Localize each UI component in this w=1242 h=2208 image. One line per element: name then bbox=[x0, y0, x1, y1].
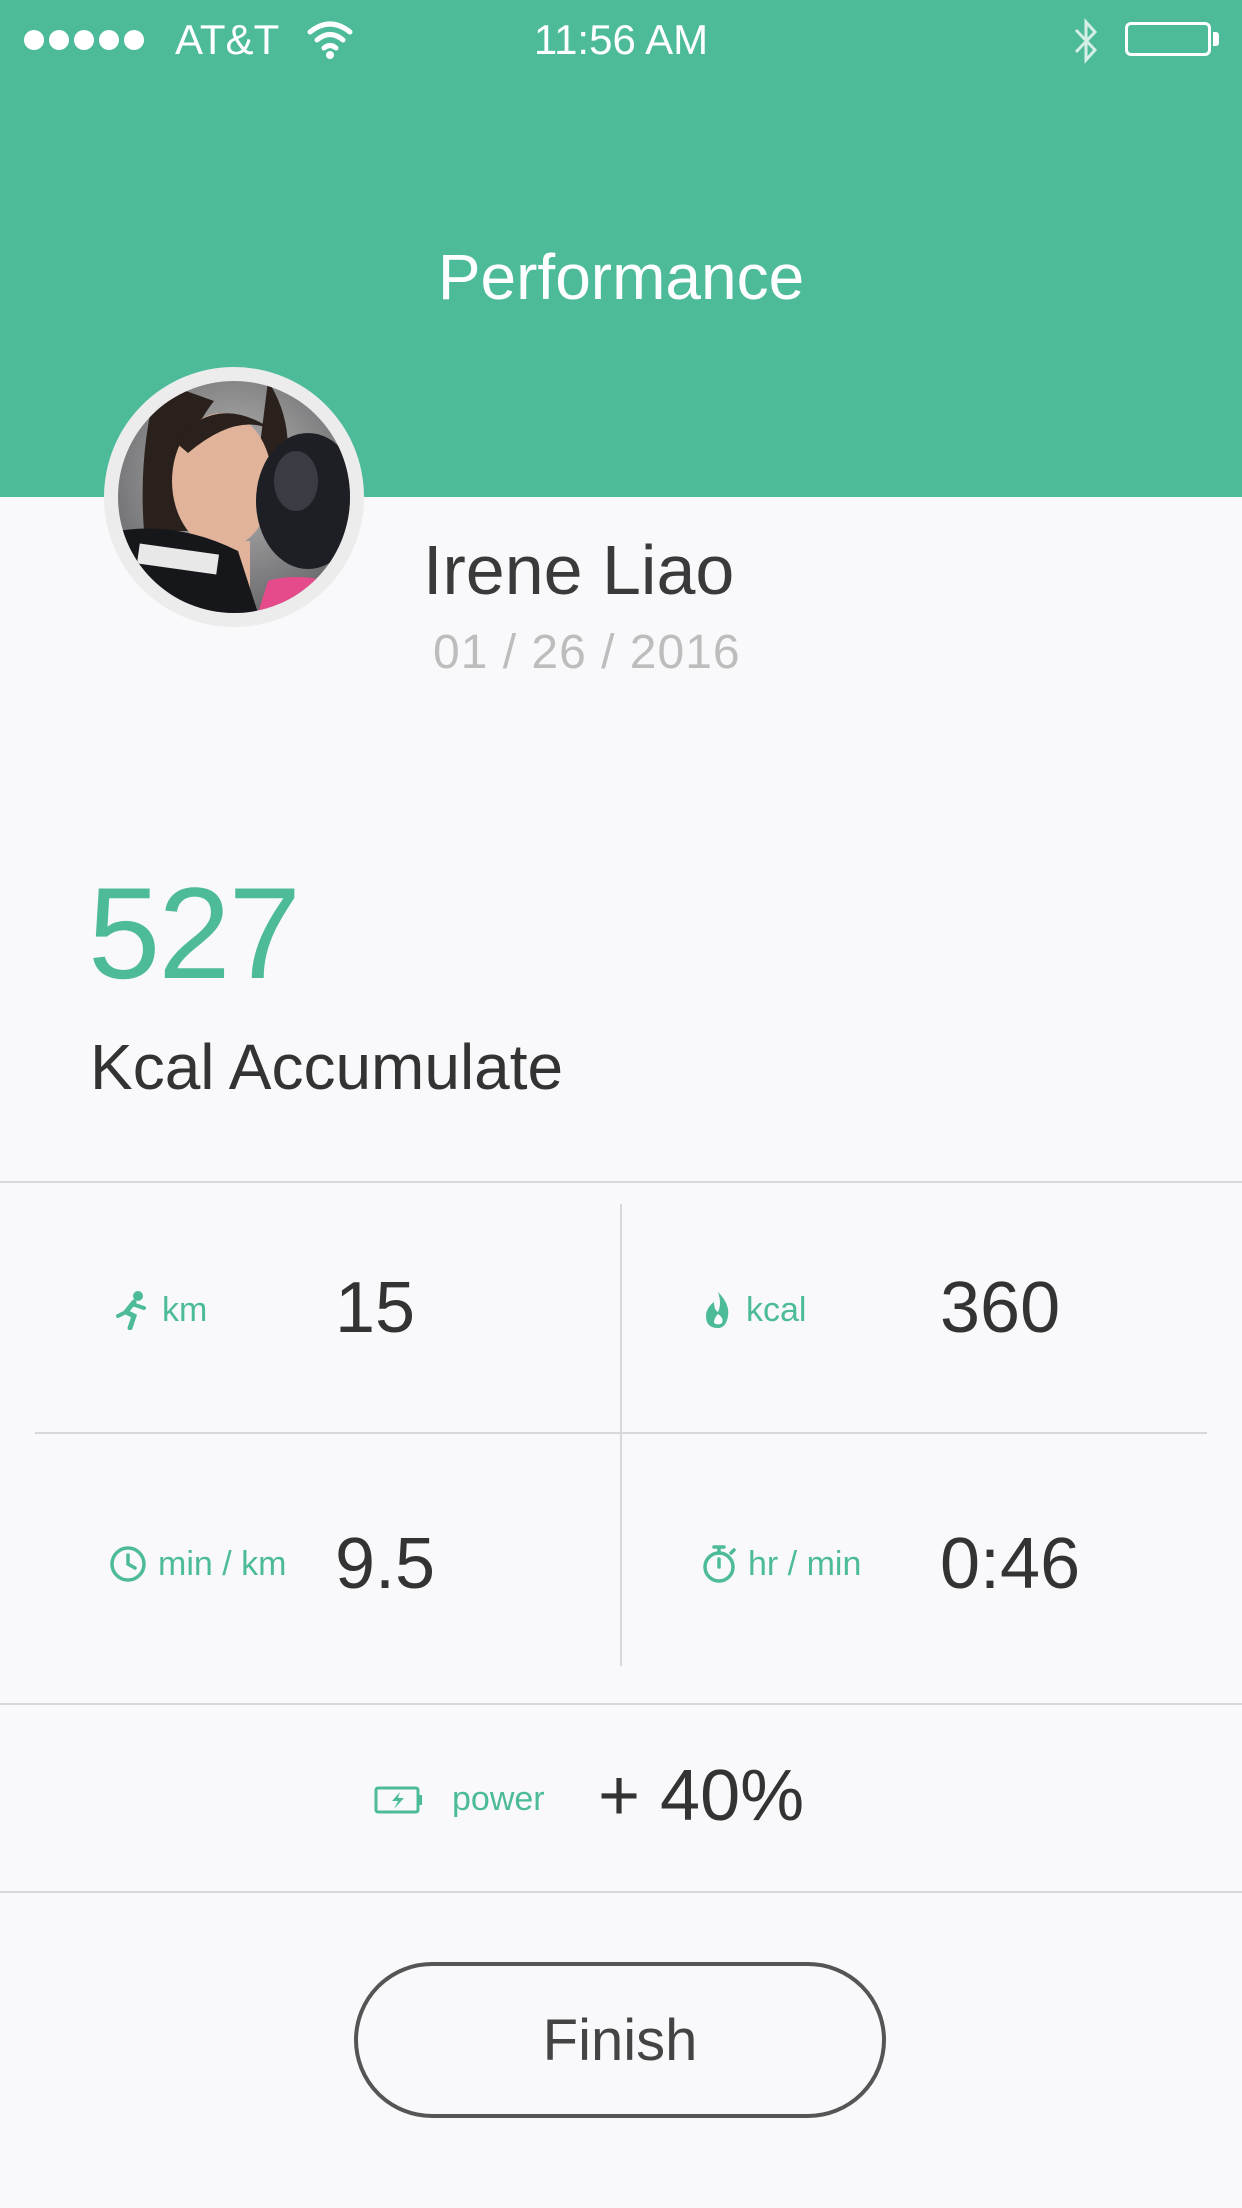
avatar[interactable] bbox=[118, 381, 350, 613]
stat-duration-value: 0:46 bbox=[940, 1524, 1081, 1604]
divider bbox=[0, 1181, 1242, 1183]
stat-calories-value: 360 bbox=[940, 1268, 1061, 1348]
flame-icon bbox=[706, 1292, 729, 1328]
stat-duration-unit: hr / min bbox=[700, 1544, 861, 1584]
user-name: Irene Liao bbox=[423, 531, 735, 609]
stat-unit-label: kcal bbox=[746, 1290, 807, 1329]
running-icon bbox=[116, 1291, 146, 1330]
divider bbox=[0, 1703, 1242, 1705]
stat-pace-unit: min / km bbox=[108, 1544, 286, 1584]
stat-unit-label: km bbox=[162, 1290, 208, 1329]
session-date: 01 / 26 / 2016 bbox=[433, 626, 741, 679]
stat-calories-unit: kcal bbox=[700, 1290, 806, 1330]
battery-tip bbox=[1213, 32, 1219, 46]
stat-distance-unit: km bbox=[112, 1290, 207, 1330]
kcal-total-label: Kcal Accumulate bbox=[90, 1031, 564, 1103]
stat-unit-label: min / km bbox=[158, 1544, 287, 1583]
divider bbox=[0, 1891, 1242, 1893]
stat-distance-value: 15 bbox=[335, 1268, 416, 1348]
battery-icon bbox=[1125, 22, 1211, 56]
stat-unit-label: hr / min bbox=[748, 1544, 862, 1583]
power-label: power bbox=[452, 1780, 545, 1818]
page-title: Performance bbox=[437, 241, 805, 313]
kcal-total-value: 527 bbox=[88, 860, 301, 1006]
clock-icon bbox=[110, 1546, 146, 1582]
stat-pace-value: 9.5 bbox=[335, 1524, 436, 1604]
power-label-group: power bbox=[374, 1780, 545, 1819]
battery-charging-icon bbox=[374, 1786, 422, 1813]
grid-divider-horizontal bbox=[35, 1432, 1207, 1434]
grid-divider-vertical bbox=[620, 1204, 622, 1666]
status-bar: AT&T 11:56 AM bbox=[0, 0, 1242, 80]
avatar-photo bbox=[118, 381, 350, 613]
power-value: + 40% bbox=[598, 1756, 805, 1836]
status-time: 11:56 AM bbox=[533, 16, 709, 63]
finish-button[interactable]: Finish bbox=[354, 1962, 886, 2118]
stopwatch-icon bbox=[703, 1545, 736, 1583]
bluetooth-icon bbox=[1074, 18, 1098, 64]
